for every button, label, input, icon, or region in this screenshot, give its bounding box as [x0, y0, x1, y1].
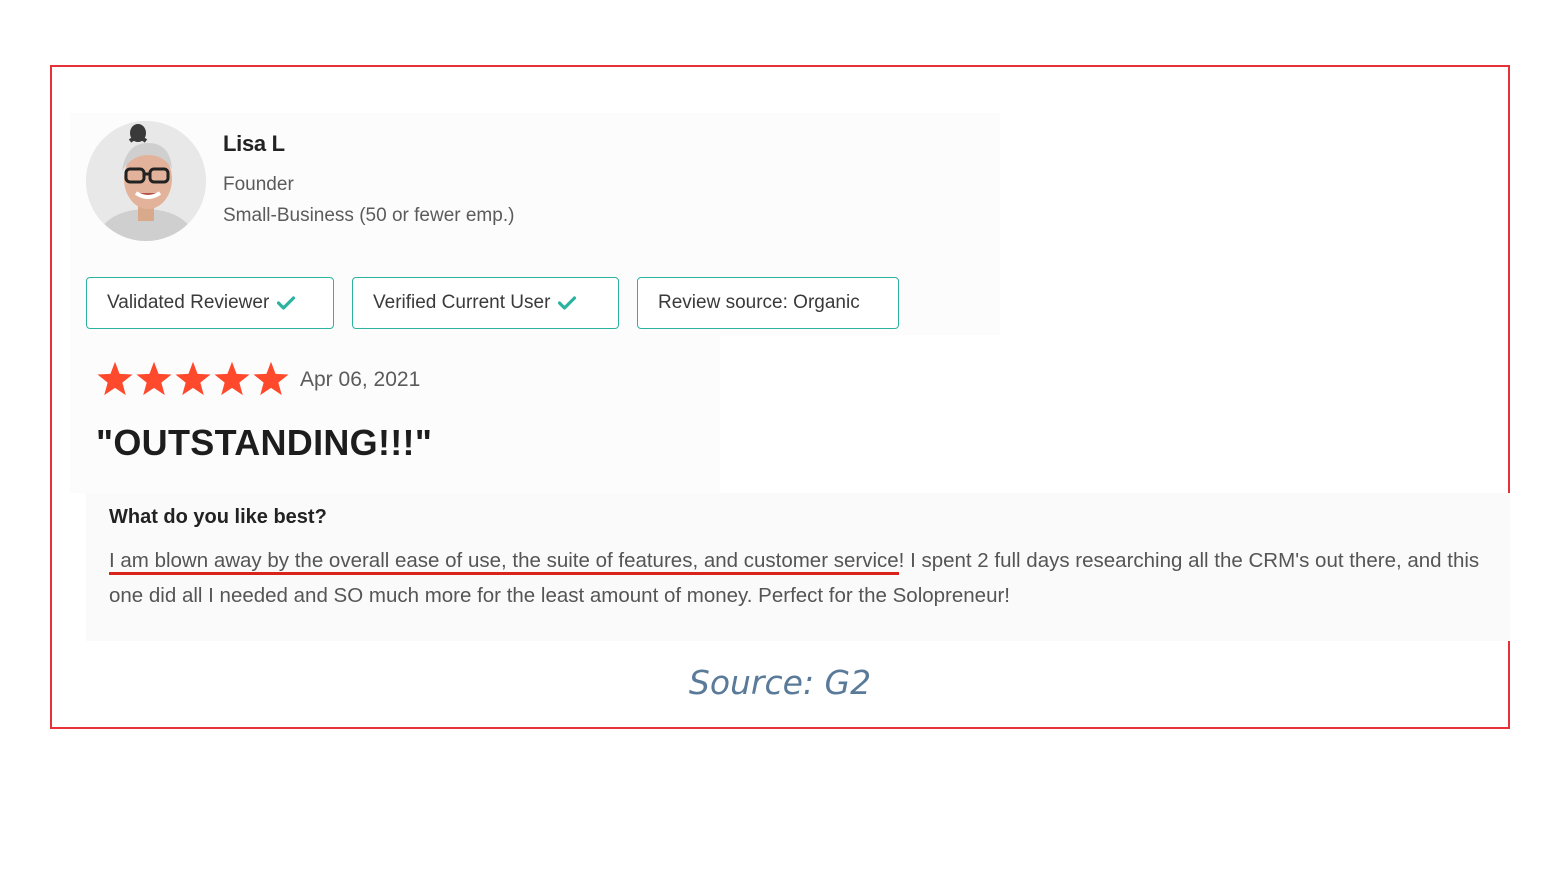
- review-question: What do you like best?: [109, 506, 327, 528]
- badge-label: Verified Current User: [373, 292, 551, 313]
- highlighted-answer-text: I am blown away by the overall ease of u…: [109, 549, 899, 575]
- star-icon: [253, 361, 289, 396]
- badge-label: Review source: Organic: [658, 292, 860, 313]
- check-icon: [277, 296, 296, 310]
- reviewer-role: Founder: [223, 174, 294, 195]
- star-icon: [136, 361, 172, 396]
- review-date: Apr 06, 2021: [300, 368, 421, 391]
- source-caption: Source: G2: [688, 663, 872, 702]
- star-icon: [175, 361, 211, 396]
- verified-current-user-badge[interactable]: Verified Current User: [352, 277, 619, 329]
- star-rating: [96, 361, 290, 397]
- avatar[interactable]: [86, 121, 206, 241]
- review-answer: I am blown away by the overall ease of u…: [109, 543, 1504, 613]
- badge-label: Validated Reviewer: [107, 292, 270, 313]
- rating-panel: [70, 335, 720, 493]
- validated-reviewer-badge[interactable]: Validated Reviewer: [86, 277, 334, 329]
- star-icon: [97, 361, 133, 396]
- review-title[interactable]: "OUTSTANDING!!!": [96, 422, 432, 464]
- review-source-badge[interactable]: Review source: Organic: [637, 277, 899, 329]
- reviewer-company-size: Small-Business (50 or fewer emp.): [223, 205, 515, 226]
- reviewer-name[interactable]: Lisa L: [223, 131, 285, 157]
- star-icon: [214, 361, 250, 396]
- avatar-photo: [86, 121, 206, 241]
- screenshot-frame: Lisa L Founder Small-Business (50 or few…: [50, 65, 1510, 729]
- check-icon: [558, 296, 577, 310]
